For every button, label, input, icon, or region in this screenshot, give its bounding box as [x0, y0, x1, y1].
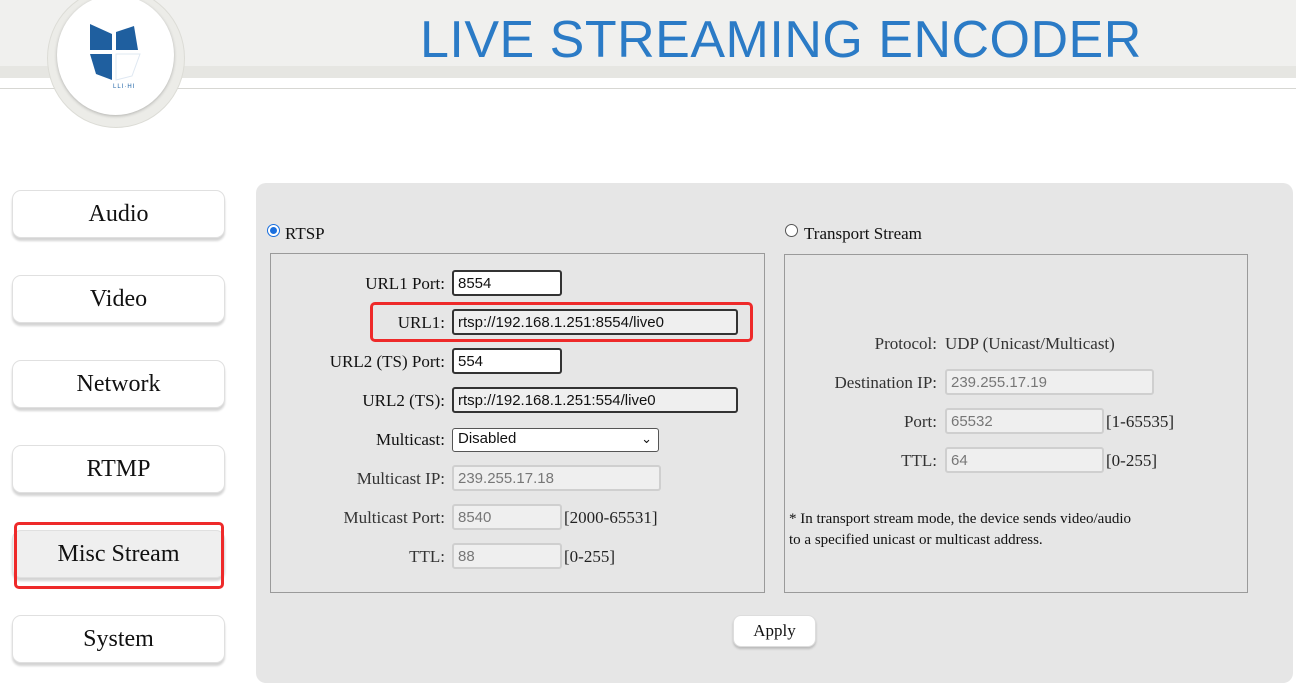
multicast-select-value: Disabled	[458, 430, 517, 447]
rtsp-ttl-range: [0-255]	[564, 547, 615, 566]
ts-port-input[interactable]	[945, 408, 1104, 434]
ts-port-label: Port:	[903, 412, 937, 431]
apply-button[interactable]: Apply	[733, 615, 816, 647]
multicast-port-input[interactable]	[452, 504, 562, 530]
sidebar-item-network[interactable]: Network	[12, 360, 225, 408]
url2-input[interactable]	[452, 387, 738, 413]
protocol-label: Protocol:	[874, 334, 937, 353]
rtsp-radio-label: RTSP	[285, 224, 325, 243]
multicast-port-range: [2000-65531]	[564, 508, 658, 527]
sidebar-item-misc-stream[interactable]: Misc Stream	[12, 530, 225, 578]
url2-port-input[interactable]	[452, 348, 562, 374]
multicast-port-label: Multicast Port:	[343, 508, 445, 527]
note-line-2: to a specified unicast or multicast addr…	[789, 532, 1043, 548]
url1-input[interactable]	[452, 309, 738, 335]
transport-stream-radio-label: Transport Stream	[804, 224, 922, 243]
protocol-value: UDP (Unicast/Multicast)	[945, 334, 1115, 353]
ts-port-range: [1-65535]	[1106, 412, 1174, 431]
rtsp-ttl-input[interactable]	[452, 543, 562, 569]
multicast-ip-input[interactable]	[452, 465, 661, 491]
transport-stream-note: * In transport stream mode, the device s…	[789, 509, 1209, 551]
sidebar-item-video[interactable]: Video	[12, 275, 225, 323]
transport-stream-radio[interactable]	[785, 224, 798, 237]
note-line-1: * In transport stream mode, the device s…	[789, 511, 1131, 527]
sidebar-item-audio[interactable]: Audio	[12, 190, 225, 238]
ts-ttl-label: TTL:	[901, 451, 937, 470]
multicast-select[interactable]: Disabled ⌄	[452, 428, 659, 452]
url1-port-label: URL1 Port:	[365, 274, 445, 293]
app-title: LIVE STREAMING ENCODER	[420, 11, 1142, 69]
ts-ttl-range: [0-255]	[1106, 451, 1157, 470]
header-divider	[0, 88, 1296, 89]
url1-port-input[interactable]	[452, 270, 562, 296]
rtsp-radio[interactable]	[267, 224, 280, 237]
chevron-down-icon: ⌄	[641, 431, 652, 446]
rtsp-settings-box	[270, 253, 765, 593]
ts-ttl-input[interactable]	[945, 447, 1104, 473]
rtsp-ttl-label: TTL:	[409, 547, 445, 566]
url1-label: URL1:	[397, 313, 445, 332]
destination-ip-input[interactable]	[945, 369, 1154, 395]
url2-port-label: URL2 (TS) Port:	[329, 352, 445, 371]
destination-ip-label: Destination IP:	[834, 373, 937, 392]
multicast-ip-label: Multicast IP:	[356, 469, 445, 488]
sidebar-item-rtmp[interactable]: RTMP	[12, 445, 225, 493]
url2-label: URL2 (TS):	[362, 391, 445, 410]
sidebar-item-system[interactable]: System	[12, 615, 225, 663]
logo-mark-icon	[90, 24, 141, 81]
logo-text: LLI·HI	[113, 84, 136, 90]
multicast-label: Multicast:	[376, 430, 445, 449]
